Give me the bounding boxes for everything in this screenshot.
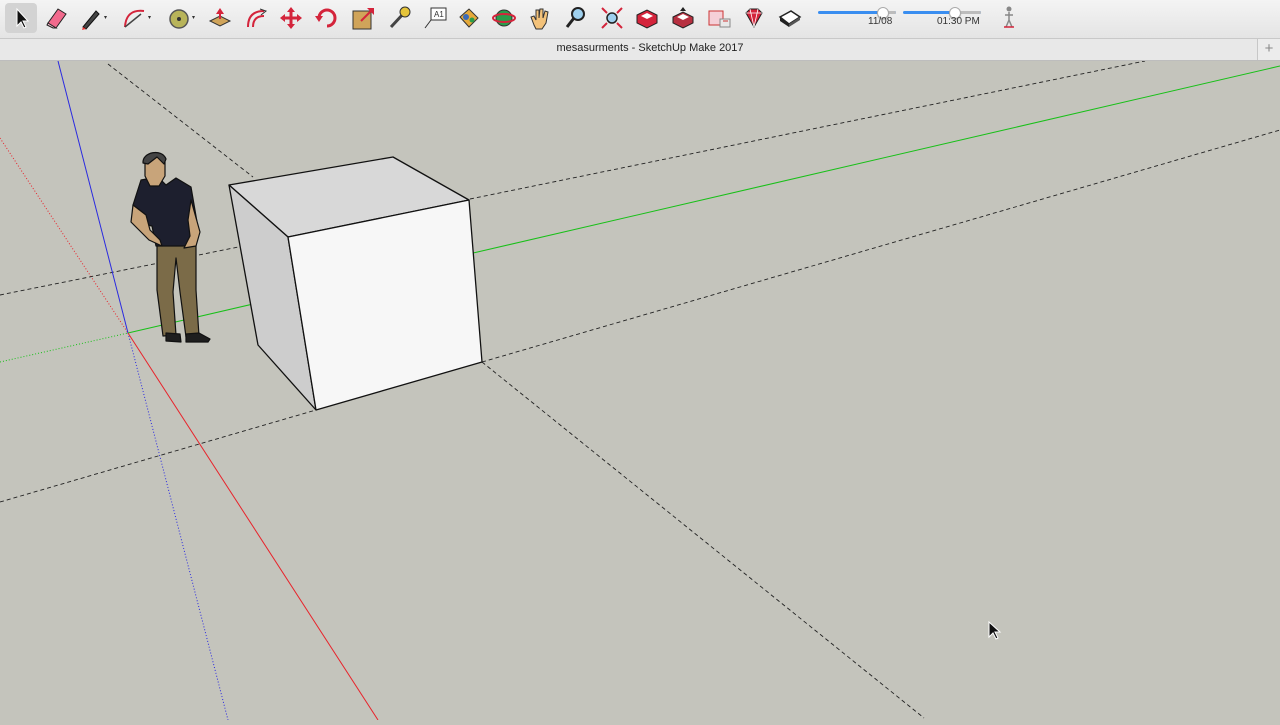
rotate-icon bbox=[315, 8, 337, 28]
time-slider[interactable] bbox=[903, 7, 981, 19]
get-models-icon bbox=[708, 10, 731, 28]
zoom-tool[interactable] bbox=[560, 3, 592, 33]
text-label-icon: A1 bbox=[424, 7, 447, 29]
paint-bucket-tool[interactable] bbox=[452, 3, 484, 33]
add-tab-button[interactable]: + bbox=[1257, 39, 1280, 60]
orbit-icon bbox=[492, 9, 516, 27]
arrow-cursor-icon bbox=[16, 7, 30, 29]
warehouse-tool[interactable] bbox=[631, 3, 663, 33]
mouse-pointer-icon bbox=[988, 621, 1002, 640]
blue-axis bbox=[57, 60, 129, 334]
guide-line bbox=[481, 129, 1280, 363]
green-axis-negative bbox=[0, 332, 129, 363]
guide-line bbox=[107, 63, 254, 178]
zoom-extents-tool[interactable] bbox=[596, 3, 628, 33]
shapes-tool[interactable] bbox=[164, 3, 196, 33]
drawing-viewport[interactable] bbox=[0, 60, 1280, 721]
eraser-tool[interactable] bbox=[40, 3, 72, 33]
model-canvas[interactable] bbox=[0, 60, 1280, 721]
guide-line bbox=[469, 60, 1146, 200]
rotate-tool[interactable] bbox=[311, 3, 343, 33]
push-pull-tool[interactable] bbox=[204, 3, 236, 33]
orbit-tool[interactable] bbox=[488, 3, 520, 33]
time-label: 01:30 PM bbox=[937, 16, 980, 27]
ruby-gem-icon bbox=[745, 8, 763, 29]
figure-legs bbox=[156, 243, 200, 338]
line-tool[interactable] bbox=[76, 3, 108, 33]
circle-shape-icon bbox=[169, 9, 195, 29]
share-model-tool[interactable] bbox=[667, 3, 699, 33]
paint-bucket-icon bbox=[459, 8, 479, 28]
shadows-toggle[interactable] bbox=[993, 3, 1025, 33]
layout-icon bbox=[778, 10, 802, 27]
scale-tool[interactable] bbox=[347, 3, 379, 33]
toolbar: A1 11/08 01:30 PM bbox=[0, 0, 1280, 39]
cube-front-face bbox=[287, 199, 483, 411]
scale-icon bbox=[352, 8, 374, 30]
scale-figure[interactable] bbox=[130, 151, 211, 343]
magnifier-icon bbox=[565, 7, 585, 28]
window-title: mesasurments - SketchUp Make 2017 bbox=[556, 42, 744, 54]
zoom-extents-icon bbox=[601, 7, 623, 29]
svg-text:A1: A1 bbox=[434, 10, 444, 19]
walk-figure-icon bbox=[1004, 6, 1014, 28]
3d-warehouse-icon bbox=[636, 9, 658, 29]
figure-shoes bbox=[165, 332, 211, 343]
tape-measure-tool[interactable] bbox=[383, 3, 415, 33]
move-arrows-icon bbox=[280, 7, 302, 29]
pan-tool[interactable] bbox=[524, 3, 556, 33]
window-titlebar: mesasurments - SketchUp Make 2017 + bbox=[0, 39, 1280, 61]
date-slider[interactable] bbox=[818, 7, 896, 19]
red-axis-negative bbox=[0, 137, 129, 334]
text-tool[interactable]: A1 bbox=[419, 3, 451, 33]
arc-tool[interactable] bbox=[120, 3, 152, 33]
offset-tool[interactable] bbox=[240, 3, 272, 33]
offset-icon bbox=[247, 8, 268, 28]
select-tool[interactable] bbox=[5, 3, 37, 33]
hand-icon bbox=[530, 8, 549, 30]
get-models-tool[interactable] bbox=[703, 3, 735, 33]
guide-line bbox=[0, 409, 317, 503]
guide-line bbox=[481, 361, 925, 719]
eraser-icon bbox=[46, 8, 67, 29]
layout-tool[interactable] bbox=[774, 3, 806, 33]
move-tool[interactable] bbox=[275, 3, 307, 33]
date-label: 11/08 bbox=[868, 16, 893, 27]
tape-measure-icon bbox=[389, 6, 411, 29]
figure-shirt bbox=[132, 176, 198, 247]
guide-lines bbox=[0, 60, 1280, 719]
push-pull-icon bbox=[208, 8, 232, 27]
cube[interactable] bbox=[228, 156, 483, 411]
blue-axis-negative bbox=[127, 332, 229, 721]
arc-icon bbox=[124, 9, 151, 28]
share-model-icon bbox=[672, 7, 694, 29]
pencil-icon bbox=[82, 10, 107, 30]
extension-warehouse-tool[interactable] bbox=[738, 3, 770, 33]
